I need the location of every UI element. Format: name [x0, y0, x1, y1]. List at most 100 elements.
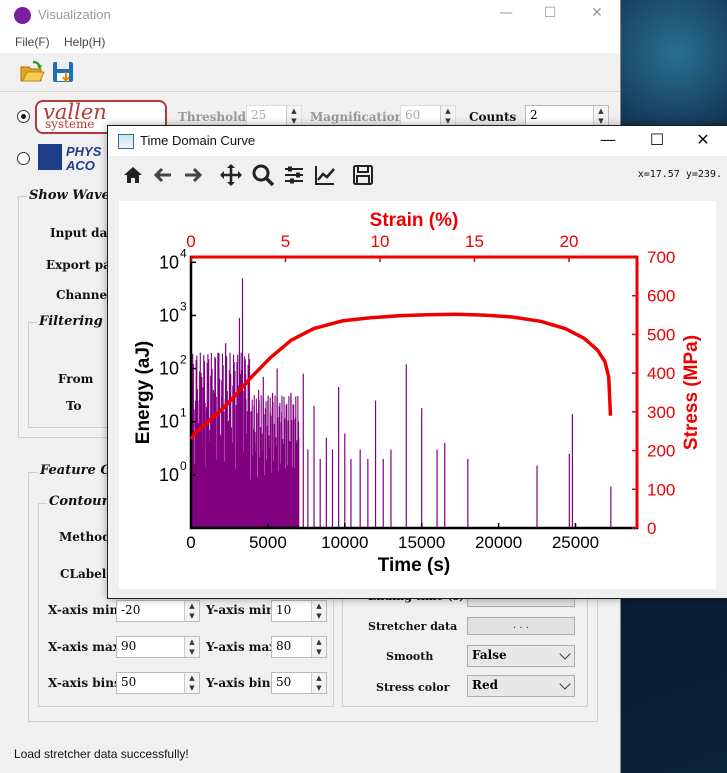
main-titlebar[interactable]: Visualization — ☐ ✕ — [0, 0, 620, 31]
y-axis-min-value: 10 — [276, 603, 292, 617]
figure-canvas: 0 5000 10000 15000 20000 25000 Time (s) 10 0 10 1 1… — [119, 201, 716, 589]
chevron-down-icon — [559, 678, 571, 690]
y-tick-label: 10 — [159, 252, 179, 272]
home-icon[interactable] — [121, 163, 145, 187]
threshold-spin-arrows[interactable]: ▲ ▼ — [286, 106, 301, 126]
x2-tick-label: 5 — [281, 232, 290, 251]
smooth-select[interactable]: False — [467, 645, 575, 667]
zoom-icon[interactable] — [251, 163, 275, 187]
pac-radio[interactable] — [17, 152, 30, 165]
show-waveform-title: Show Wavef — [27, 188, 118, 203]
close-button[interactable]: ✕ — [582, 5, 612, 25]
x-axis-bins-spin-arrows[interactable]: ▲ ▼ — [184, 673, 199, 693]
channel-label: Channel — [56, 288, 112, 302]
y-axis-max-spinbox[interactable]: 80 ▲ ▼ — [271, 636, 327, 658]
x2-tick-label: 15 — [465, 232, 484, 251]
y2-tick-label: 100 — [647, 480, 675, 499]
y-axis-bins-spinbox[interactable]: 50 ▲ ▼ — [271, 672, 327, 694]
time-domain-chart[interactable]: 0 5000 10000 15000 20000 25000Time (s)10 010 11… — [119, 201, 716, 589]
y-tick-exponent: 3 — [180, 299, 187, 313]
magnification-spinbox[interactable]: 60 ▲ ▼ — [400, 105, 456, 127]
smooth-value: False — [472, 648, 507, 662]
y-tick-exponent: 0 — [180, 459, 187, 473]
x-axis-bins-spinbox[interactable]: 50 ▲ ▼ — [116, 672, 200, 694]
x-axis-bins-label: X-axis bins — [48, 676, 121, 690]
y-axis-bins-label: Y-axis bins — [206, 676, 278, 690]
navigation-toolbar: x=17.57 y=239. — [108, 156, 727, 192]
method-label: Method — [59, 530, 111, 544]
back-icon[interactable] — [151, 163, 175, 187]
y2-tick-label: 600 — [647, 287, 675, 306]
x-tick-label: 25000 — [552, 533, 599, 552]
pan-icon[interactable] — [219, 163, 243, 187]
x-axis-label: Time (s) — [378, 555, 451, 576]
y-axis-max-label: Y-axis max — [206, 640, 277, 654]
export-path-label: Export pat — [46, 258, 117, 272]
td-close-button[interactable]: ✕ — [683, 130, 723, 150]
forward-icon[interactable] — [181, 163, 205, 187]
app-icon — [14, 7, 31, 24]
x-tick-label: 20000 — [475, 533, 522, 552]
x-tick-label: 10000 — [321, 533, 368, 552]
x2-tick-label: 10 — [371, 232, 390, 251]
y-axis-bins-spin-arrows[interactable]: ▲ ▼ — [311, 673, 326, 693]
counts-label: Counts — [469, 110, 517, 124]
x-axis-min-spin-arrows[interactable]: ▲ ▼ — [184, 601, 199, 621]
stretcher-data-button[interactable]: . . . — [467, 617, 575, 635]
y-axis-max-spin-arrows[interactable]: ▲ ▼ — [311, 637, 326, 657]
vallen-radio[interactable] — [17, 110, 30, 123]
threshold-spinbox[interactable]: 25 ▲ ▼ — [246, 105, 302, 127]
y-tick-label: 10 — [159, 465, 179, 485]
magnification-label: Magnification — [310, 110, 404, 124]
magnification-value: 60 — [405, 108, 421, 122]
x-axis-max-spinbox[interactable]: 90 ▲ ▼ — [116, 636, 200, 658]
folder-open-icon[interactable] — [19, 59, 45, 85]
y2-tick-label: 500 — [647, 325, 675, 344]
vallen-logo-sub: systeme — [45, 117, 95, 131]
y-axis-max-value: 80 — [276, 639, 292, 653]
edit-axis-icon[interactable] — [313, 163, 337, 187]
td-minimize-button[interactable]: — — [588, 130, 628, 150]
main-window-title: Visualization — [38, 7, 111, 22]
y-tick-label: 10 — [159, 359, 179, 379]
menu-help[interactable]: Help(H) — [64, 35, 105, 49]
save-icon[interactable] — [51, 59, 77, 85]
magnification-spin-arrows[interactable]: ▲ ▼ — [440, 106, 455, 126]
save-figure-icon[interactable] — [351, 163, 375, 187]
y-tick-exponent: 1 — [180, 406, 187, 420]
td-titlebar[interactable]: Time Domain Curve — ☐ ✕ — [108, 126, 727, 156]
y-tick-label: 10 — [159, 412, 179, 432]
y-axis-min-spin-arrows[interactable]: ▲ ▼ — [311, 601, 326, 621]
td-maximize-button[interactable]: ☐ — [637, 130, 677, 150]
counts-spinbox[interactable]: 2 ▲ ▼ — [525, 105, 609, 127]
y-axis-min-spinbox[interactable]: 10 ▲ ▼ — [271, 600, 327, 622]
x-axis-max-spin-arrows[interactable]: ▲ ▼ — [184, 637, 199, 657]
y2-tick-label: 700 — [647, 248, 675, 267]
x-axis-max-value: 90 — [121, 639, 137, 653]
menu-bar: File(F) Help(H) — [0, 31, 620, 53]
td-window-title: Time Domain Curve — [140, 133, 256, 148]
x-axis-max-label: X-axis max — [48, 640, 120, 654]
minimize-button[interactable]: — — [491, 5, 521, 25]
y2-tick-label: 200 — [647, 442, 675, 461]
y-axis-min-label: Y-axis min — [206, 603, 275, 617]
smooth-label: Smooth — [386, 650, 434, 663]
maximize-button[interactable]: ☐ — [535, 5, 565, 25]
pac-logo-line1: PHYS — [66, 144, 102, 159]
input-data-label: Input dat — [50, 226, 113, 240]
x-axis-min-spinbox[interactable]: -20 ▲ ▼ — [116, 600, 200, 622]
x-tick-label: 0 — [186, 533, 195, 552]
y2-tick-label: 300 — [647, 403, 675, 422]
menu-file[interactable]: File(F) — [15, 35, 50, 49]
to-label: To — [66, 399, 82, 413]
configure-subplots-icon[interactable] — [282, 163, 306, 187]
pac-logo-mark — [38, 144, 62, 170]
window-icon — [118, 134, 134, 149]
stress-color-value: Red — [472, 678, 498, 692]
stress-color-select[interactable]: Red — [467, 675, 575, 697]
x-axis-min-value: -20 — [121, 603, 141, 617]
counts-value: 2 — [530, 108, 538, 122]
main-toolbar — [0, 53, 620, 92]
counts-spin-arrows[interactable]: ▲ ▼ — [593, 106, 608, 126]
y-tick-exponent: 2 — [180, 353, 187, 367]
